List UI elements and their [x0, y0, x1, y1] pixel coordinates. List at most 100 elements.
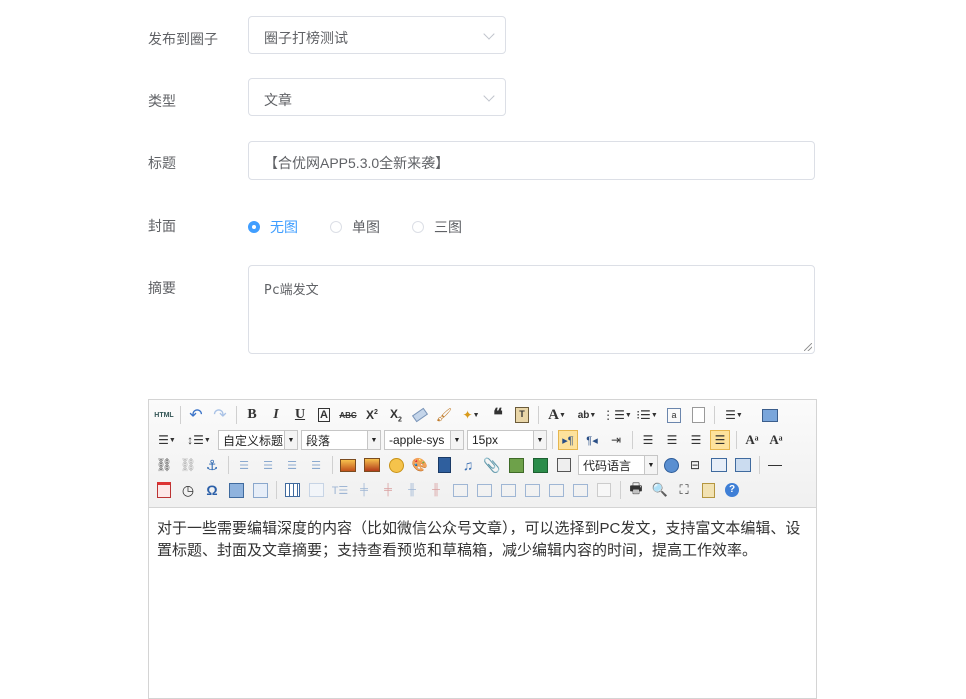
editor-content[interactable]: 对于一些需要编辑深度的内容（比如微信公众号文章），可以选择到PC发文，支持富文本… — [157, 518, 807, 562]
chevron-down-icon — [483, 90, 495, 102]
image-left-icon[interactable]: ☰ — [258, 455, 278, 475]
map-icon[interactable] — [530, 455, 550, 475]
snapshot-icon[interactable] — [733, 455, 753, 475]
align-right-icon[interactable]: ☰ — [686, 430, 706, 450]
toolbar-divider — [759, 456, 760, 474]
toolbar-divider — [736, 431, 737, 449]
highlight-color-icon[interactable]: ab ▼ — [574, 405, 600, 425]
italic-icon[interactable]: I — [266, 405, 286, 425]
uppercase-icon[interactable]: Aᵃ — [742, 430, 762, 450]
subscript-icon[interactable]: X2 — [386, 405, 406, 425]
paragraph-spacing-icon[interactable]: ↕☰ ▼ — [184, 430, 214, 450]
webapp-icon[interactable] — [554, 455, 574, 475]
font-size-select[interactable]: 15px ▼ — [467, 430, 547, 450]
format-painter-icon[interactable]: 🖌 — [434, 405, 454, 425]
delete-row-icon[interactable]: ╪ — [378, 480, 398, 500]
image-right-icon[interactable]: ☰ — [282, 455, 302, 475]
underline-icon[interactable]: U — [290, 405, 310, 425]
image-none-icon[interactable]: ☰ — [234, 455, 254, 475]
line-height-icon[interactable]: ☰ ▼ — [154, 430, 180, 450]
paragraph-format-select[interactable]: 段落 ▼ — [301, 430, 381, 450]
drafts-icon[interactable] — [698, 480, 718, 500]
undo-icon[interactable]: ↶ — [186, 405, 206, 425]
lowercase-icon[interactable]: Aᵃ — [766, 430, 786, 450]
insert-paragraph-before-table-icon[interactable]: T☰ — [330, 480, 350, 500]
resize-handle-icon[interactable] — [804, 343, 812, 351]
image-center-icon[interactable]: ☰ — [306, 455, 326, 475]
toolbar-divider — [538, 406, 539, 424]
html-source-icon[interactable]: HTML — [154, 405, 174, 425]
redo-icon[interactable]: ↷ — [210, 405, 230, 425]
unlink-icon[interactable]: ⛓ — [178, 455, 198, 475]
wordimage-icon[interactable] — [226, 480, 246, 500]
align-justify-icon[interactable]: ☰ — [710, 430, 730, 450]
merge-down-icon[interactable] — [498, 480, 518, 500]
ltr-direction-icon[interactable]: ▸¶ — [558, 430, 578, 450]
time-icon[interactable]: ◷ — [178, 480, 198, 500]
superscript-icon[interactable]: X2 — [362, 405, 382, 425]
code-language-select[interactable]: 代码语言 ▼ — [578, 455, 658, 475]
ordered-list-icon[interactable]: ⋮☰ ▼ — [602, 405, 632, 425]
merge-right-icon[interactable] — [474, 480, 494, 500]
toolbar-divider — [714, 406, 715, 424]
background-icon[interactable] — [709, 455, 729, 475]
date-icon[interactable] — [154, 480, 174, 500]
delete-table-icon[interactable] — [306, 480, 326, 500]
emotion-icon[interactable] — [386, 455, 406, 475]
paste-plain-icon[interactable]: T — [512, 405, 532, 425]
radio-unchecked-icon — [330, 221, 342, 233]
anchor-icon[interactable]: ⚓ — [202, 455, 222, 475]
summary-textarea[interactable]: Pc端发文 — [248, 265, 815, 354]
insert-table-icon[interactable] — [282, 480, 302, 500]
scrawl-icon[interactable]: 🎨 — [410, 455, 430, 475]
attachment-icon[interactable]: 📎 — [482, 455, 502, 475]
align-left-icon[interactable]: ☰ — [638, 430, 658, 450]
rtl-direction-icon[interactable]: ¶◂ — [582, 430, 602, 450]
clear-doc-icon[interactable] — [688, 405, 708, 425]
circle-select[interactable]: 圈子打榜测试 — [248, 16, 506, 54]
split-cells-icon[interactable] — [522, 480, 542, 500]
title-input[interactable]: 【合优网APP5.3.0全新来袭】 — [248, 141, 815, 180]
split-rows-icon[interactable] — [546, 480, 566, 500]
blockquote-icon[interactable]: ❝ — [488, 405, 508, 425]
insert-video-icon[interactable] — [434, 455, 454, 475]
select-all-icon[interactable]: a — [664, 405, 684, 425]
type-select[interactable]: 文章 — [248, 78, 506, 116]
merge-cells-icon[interactable] — [450, 480, 470, 500]
horizontal-rule-icon[interactable] — [765, 455, 785, 475]
insert-row-icon[interactable]: ╪ — [354, 480, 374, 500]
cover-radio-three[interactable]: 三图 — [412, 217, 462, 237]
indent-icon[interactable]: ⇥ — [606, 430, 626, 450]
font-border-icon[interactable]: A — [314, 405, 334, 425]
search-replace-icon[interactable]: ⛶ — [674, 480, 694, 500]
delete-col-icon[interactable]: ╫ — [426, 480, 446, 500]
insert-col-icon[interactable]: ╫ — [402, 480, 422, 500]
cover-radio-single[interactable]: 单图 — [330, 217, 380, 237]
font-family-select[interactable]: -apple-sys ▼ — [384, 430, 464, 450]
music-icon[interactable]: ♫ — [458, 455, 478, 475]
special-chars-icon[interactable]: Ω — [202, 480, 222, 500]
preview-icon[interactable] — [760, 405, 780, 425]
link-icon[interactable]: ⛓ — [154, 455, 174, 475]
help-icon[interactable]: ? — [722, 480, 742, 500]
template-icon[interactable] — [661, 455, 681, 475]
print-icon[interactable]: 🖶 — [626, 480, 646, 500]
chart-icon[interactable] — [594, 480, 614, 500]
unordered-list-icon[interactable]: ⁝☰ ▼ — [634, 405, 660, 425]
split-cols-icon[interactable] — [570, 480, 590, 500]
auto-format-icon[interactable]: ✦ ▼ — [458, 405, 484, 425]
multi-image-icon[interactable] — [362, 455, 382, 475]
bold-icon[interactable]: B — [242, 405, 262, 425]
search-preview-icon[interactable]: 🔍 — [650, 480, 670, 500]
row-spacing-icon[interactable]: ☰ ▼ — [720, 405, 748, 425]
insert-image-icon[interactable] — [338, 455, 358, 475]
cover-radio-none[interactable]: 无图 — [248, 217, 298, 237]
page-break-icon[interactable]: ⊟ — [685, 455, 705, 475]
eraser-icon[interactable] — [410, 405, 430, 425]
align-center-icon[interactable]: ☰ — [662, 430, 682, 450]
custom-heading-select[interactable]: 自定义标题 ▼ — [218, 430, 298, 450]
image-manager-icon[interactable] — [506, 455, 526, 475]
strikethrough-icon[interactable]: ABC — [338, 405, 358, 425]
font-color-icon[interactable]: A ▼ — [544, 405, 570, 425]
edit-tip-icon[interactable] — [250, 480, 270, 500]
